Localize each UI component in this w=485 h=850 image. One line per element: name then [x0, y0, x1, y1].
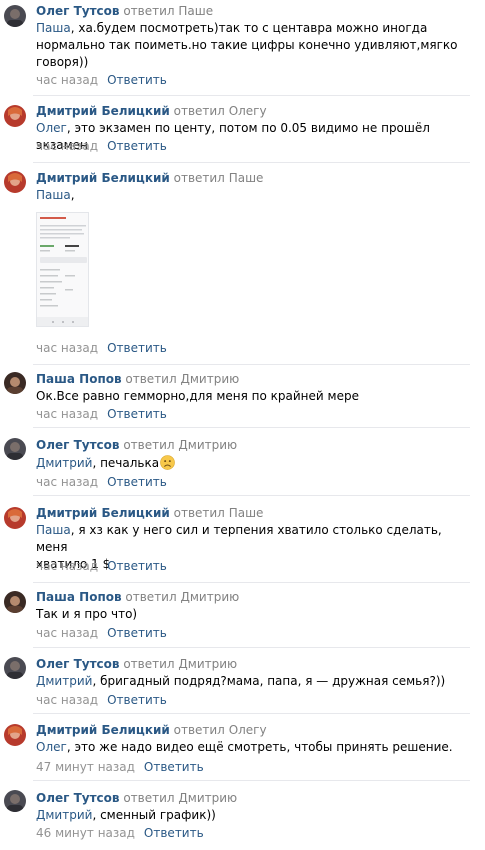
- reply-button[interactable]: Ответить: [107, 407, 167, 421]
- timestamp[interactable]: час назад: [36, 693, 98, 707]
- replied-label: ответил Олегу: [173, 723, 267, 737]
- avatar[interactable]: [4, 724, 26, 746]
- comment-text: Дмитрий, бригадный подряд?мама, папа, я …: [36, 674, 446, 688]
- reply-button[interactable]: Ответить: [144, 760, 204, 774]
- attached-photo[interactable]: [36, 212, 89, 327]
- avatar[interactable]: [4, 171, 26, 193]
- comment-meta: час назад Ответить: [36, 693, 167, 708]
- reply-target[interactable]: Дмитрию: [178, 438, 237, 452]
- reply-button[interactable]: Ответить: [107, 559, 167, 573]
- comment-text: Олег, это же надо видео ещё смотреть, чт…: [36, 740, 453, 754]
- replied-label: ответил Дмитрию: [123, 657, 238, 671]
- timestamp[interactable]: час назад: [36, 626, 98, 640]
- comment-text: Так и я про что): [36, 607, 138, 621]
- comment-meta: 47 минут назад Ответить: [36, 760, 204, 775]
- timestamp[interactable]: час назад: [36, 341, 98, 355]
- author-name[interactable]: Дмитрий Белицкий: [36, 506, 170, 520]
- comment-meta: час назад Ответить: [36, 626, 167, 641]
- comment-header: Дмитрий Белицкий ответил Паше: [36, 506, 263, 521]
- avatar[interactable]: [4, 507, 26, 529]
- reply-button[interactable]: Ответить: [144, 826, 204, 840]
- comment-item: Паша Попов ответил Дмитрию Так и я про ч…: [0, 583, 485, 647]
- timestamp[interactable]: 46 минут назад: [36, 826, 135, 840]
- comment-text: Паша,: [36, 188, 75, 202]
- author-name[interactable]: Дмитрий Белицкий: [36, 723, 170, 737]
- reply-target[interactable]: Дмитрию: [180, 372, 239, 386]
- avatar[interactable]: [4, 372, 26, 394]
- replied-label: ответил Дмитрию: [125, 590, 240, 604]
- comment-meta: час назад Ответить: [36, 559, 167, 574]
- comment-header: Паша Попов ответил Дмитрию: [36, 590, 239, 605]
- comment-meta: 46 минут назад Ответить: [36, 826, 204, 841]
- mention-link[interactable]: Дмитрий: [36, 674, 92, 688]
- comment-item: Дмитрий Белицкий ответил Олегу Олег, это…: [0, 714, 485, 780]
- replied-label: ответил Паше: [173, 171, 264, 185]
- comment-item: Паша Попов ответил Дмитрию Ок.Все равно …: [0, 365, 485, 427]
- comment-header: Олег Тутсов ответил Дмитрию: [36, 791, 237, 806]
- comment-meta: час назад Ответить: [36, 341, 167, 356]
- sad-face-emoji-icon: [160, 455, 175, 470]
- comment-header: Паша Попов ответил Дмитрию: [36, 372, 239, 387]
- comment-item: Олег Тутсов ответил Дмитрию Дмитрий, сме…: [0, 781, 485, 850]
- avatar[interactable]: [4, 657, 26, 679]
- timestamp[interactable]: 47 минут назад: [36, 760, 135, 774]
- avatar[interactable]: [4, 790, 26, 812]
- comment-text: Ок.Все равно гемморно,для меня по крайне…: [36, 389, 359, 403]
- replied-label: ответил Дмитрию: [125, 372, 240, 386]
- comment-item: Дмитрий Белицкий ответил Паше Паша, я хз…: [0, 496, 485, 582]
- mention-link[interactable]: Дмитрий: [36, 456, 92, 470]
- comment-header: Олег Тутсов ответил Дмитрию: [36, 438, 237, 453]
- comment-header: Дмитрий Белицкий ответил Паше: [36, 171, 263, 186]
- reply-target[interactable]: Олегу: [229, 723, 267, 737]
- comment-meta: час назад Ответить: [36, 475, 167, 490]
- comment-item: Дмитрий Белицкий ответил Паше Паша, час …: [0, 0, 485, 364]
- author-name[interactable]: Олег Тутсов: [36, 438, 120, 452]
- timestamp[interactable]: час назад: [36, 475, 98, 489]
- timestamp[interactable]: час назад: [36, 559, 98, 573]
- author-name[interactable]: Паша Попов: [36, 372, 122, 386]
- author-name[interactable]: Олег Тутсов: [36, 657, 120, 671]
- reply-target[interactable]: Дмитрию: [178, 791, 237, 805]
- comment-text: Дмитрий, сменный график)): [36, 808, 216, 822]
- replied-label: ответил Дмитрию: [123, 438, 238, 452]
- replied-label: ответил Паше: [173, 506, 264, 520]
- reply-target[interactable]: Дмитрию: [178, 657, 237, 671]
- comment-header: Олег Тутсов ответил Дмитрию: [36, 657, 237, 672]
- comment-header: Дмитрий Белицкий ответил Олегу: [36, 723, 267, 738]
- comment-item: Олег Тутсов ответил Дмитрию Дмитрий, бри…: [0, 648, 485, 713]
- avatar[interactable]: [4, 591, 26, 613]
- reply-button[interactable]: Ответить: [107, 693, 167, 707]
- mention-link[interactable]: Паша: [36, 523, 71, 537]
- author-name[interactable]: Дмитрий Белицкий: [36, 171, 170, 185]
- reply-button[interactable]: Ответить: [107, 475, 167, 489]
- author-name[interactable]: Паша Попов: [36, 590, 122, 604]
- mention-link[interactable]: Паша: [36, 188, 71, 202]
- comment-text: Дмитрий, печалька: [36, 455, 476, 472]
- reply-target[interactable]: Паше: [229, 171, 264, 185]
- mention-link[interactable]: Олег: [36, 740, 67, 754]
- comment-item: Олег Тутсов ответил Дмитрию Дмитрий, печ…: [0, 428, 485, 495]
- reply-button[interactable]: Ответить: [107, 341, 167, 355]
- comment-meta: час назад Ответить: [36, 407, 167, 422]
- reply-target[interactable]: Дмитрию: [180, 590, 239, 604]
- reply-button[interactable]: Ответить: [107, 626, 167, 640]
- timestamp[interactable]: час назад: [36, 407, 98, 421]
- replied-label: ответил Дмитрию: [123, 791, 238, 805]
- author-name[interactable]: Олег Тутсов: [36, 791, 120, 805]
- mention-link[interactable]: Дмитрий: [36, 808, 92, 822]
- reply-target[interactable]: Паше: [229, 506, 264, 520]
- avatar[interactable]: [4, 438, 26, 460]
